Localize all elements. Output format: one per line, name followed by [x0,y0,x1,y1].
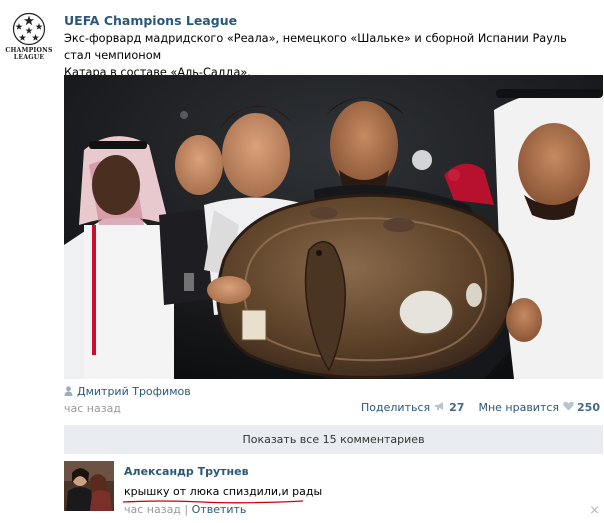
heart-icon [563,401,574,414]
like-label: Мне нравится [478,401,560,414]
champions-league-logo[interactable]: CHAMPIONS LEAGUE [3,12,55,68]
comment-item: Александр Трутнев крышку от люка спиздил… [64,461,603,518]
close-icon[interactable]: × [589,503,600,518]
like-count: 250 [577,401,600,414]
avatar[interactable] [64,461,114,511]
wall-post: CHAMPIONS LEAGUE UEFA Champions League Э… [0,0,604,523]
starball-icon [12,12,46,46]
reply-link[interactable]: Ответить [192,503,247,516]
signed-by-name[interactable]: Дмитрий Трофимов [77,385,191,398]
comment-meta: час назад | Ответить [124,503,246,516]
share-label: Поделиться [361,401,431,414]
post-actions: Поделиться 27 Мне нравится 250 [361,401,600,414]
logo-text: CHAMPIONS LEAGUE [3,47,55,61]
share-button[interactable]: Поделиться 27 [361,401,464,414]
comment-author[interactable]: Александр Трутнев [124,465,249,478]
comment-time[interactable]: час назад [124,503,181,516]
photo-players-with-shield [64,75,603,379]
post-signed-by[interactable]: Дмитрий Трофимов [64,385,191,398]
like-button[interactable]: Мне нравится 250 [478,401,600,414]
person-icon [64,386,73,396]
comment-meta-separator: | [184,503,189,516]
logo-text-line1: CHAMPIONS [5,47,53,54]
show-all-comments-button[interactable]: Показать все 15 комментариев [64,425,603,454]
post-author-link[interactable]: UEFA Champions League [64,13,237,28]
logo-text-line2: LEAGUE [13,54,45,61]
post-text: Экс-форвард мадридского «Реала», немецко… [64,30,594,81]
post-photo[interactable] [64,75,603,379]
avatar-photo [64,461,114,511]
share-count: 27 [449,401,465,414]
comment-text: крышку от люка спиздили,и рады [124,485,323,498]
post-time[interactable]: час назад [64,402,121,415]
megaphone-icon [434,401,446,414]
post-text-line1: Экс-форвард мадридского «Реала», немецко… [64,32,567,62]
